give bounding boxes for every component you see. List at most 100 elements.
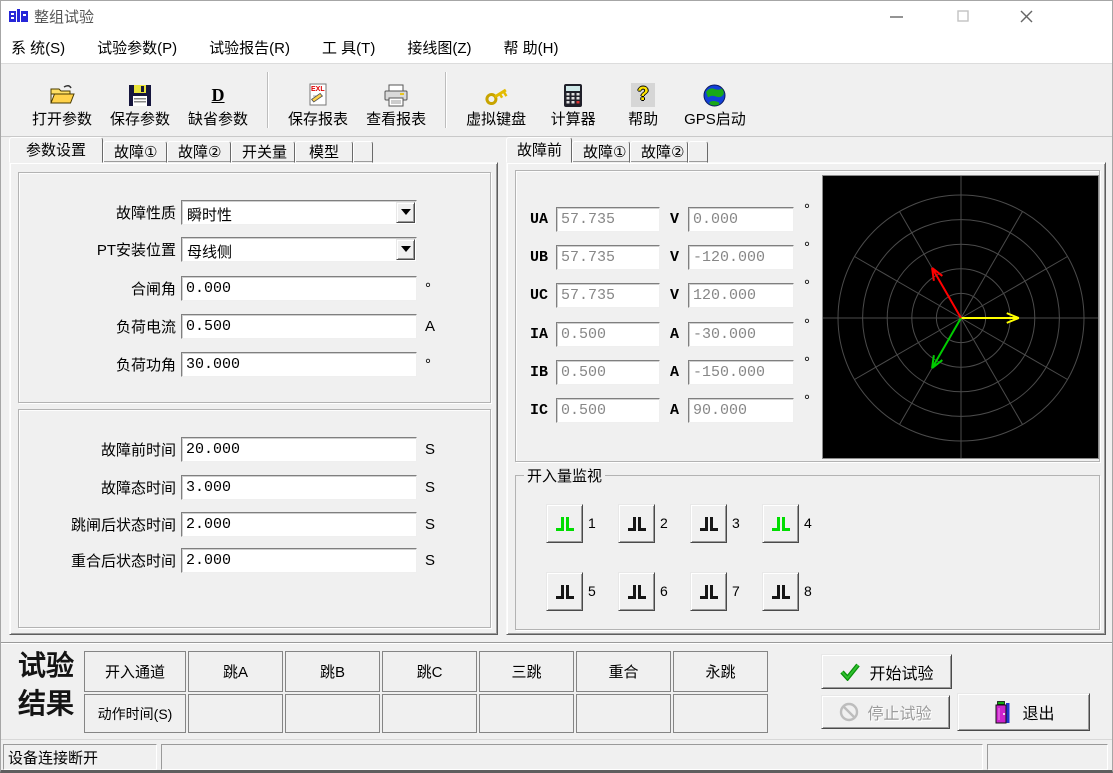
- post-reclose-time-input[interactable]: [181, 548, 417, 573]
- start-test-button[interactable]: 开始试验: [821, 654, 952, 689]
- binary-input-5-indicator[interactable]: [546, 572, 583, 611]
- binary-input-6-indicator[interactable]: [618, 572, 655, 611]
- ic-magnitude-field[interactable]: [556, 398, 660, 423]
- unit-label: V: [670, 249, 679, 266]
- ua-angle-field[interactable]: [688, 207, 794, 232]
- unit-label: A: [670, 326, 679, 343]
- result-row-label: 动作时间(S): [84, 694, 186, 733]
- channel-number: 4: [804, 515, 812, 531]
- status-bar: 设备连接断开: [1, 739, 1112, 771]
- binary-monitor-title: 开入量监视: [524, 465, 605, 486]
- channel-number: 6: [660, 583, 668, 599]
- result-col-header-input-channel: 开入通道: [84, 651, 186, 692]
- ic-angle-field[interactable]: [688, 398, 794, 423]
- fault-nature-select[interactable]: 瞬时性: [181, 200, 417, 225]
- ua-magnitude-field[interactable]: [556, 207, 660, 232]
- tab-prefault[interactable]: 故障前: [506, 137, 572, 163]
- load-current-input[interactable]: [181, 314, 417, 339]
- help-button[interactable]: ? 帮助: [611, 70, 675, 130]
- open-folder-icon: [48, 80, 76, 110]
- unit-label: °: [425, 280, 431, 297]
- fault-config-group: 故障性质 瞬时性 PT安装位置 母线侧 合闸角 ° 负荷电流: [18, 172, 491, 403]
- chevron-down-icon[interactable]: [396, 202, 415, 223]
- gps-globe-icon: [702, 80, 727, 110]
- channel-number: 3: [732, 515, 740, 531]
- ib-magnitude-field[interactable]: [556, 360, 660, 385]
- tab-stub: [353, 141, 373, 163]
- right-tab-strip: 故障前 故障① 故障②: [506, 137, 708, 163]
- binary-input-4-indicator[interactable]: [762, 504, 799, 543]
- contact-icon: [628, 585, 646, 599]
- tab-fault-1-left[interactable]: 故障①: [103, 141, 167, 163]
- contact-icon: [628, 517, 646, 531]
- contact-icon: [556, 517, 574, 531]
- tab-switch-quantity[interactable]: 开关量: [231, 141, 295, 163]
- contact-icon: [556, 585, 574, 599]
- save-params-button[interactable]: 保存参数: [101, 70, 179, 130]
- tab-fault-2-left[interactable]: 故障②: [167, 141, 231, 163]
- post-trip-time-input[interactable]: [181, 512, 417, 537]
- menu-wiring-diagram[interactable]: 接线图(Z): [407, 37, 471, 58]
- tab-param-settings[interactable]: 参数设置: [9, 137, 103, 163]
- channel-number: 7: [732, 583, 740, 599]
- unit-label: A: [670, 364, 679, 381]
- ib-angle-field[interactable]: [688, 360, 794, 385]
- phase-label: UA: [530, 211, 548, 228]
- ub-magnitude-field[interactable]: [556, 245, 660, 270]
- save-report-icon: EXL: [306, 80, 330, 110]
- virtual-keyboard-button[interactable]: 虚拟键盘: [457, 70, 535, 130]
- binary-input-2-indicator[interactable]: [618, 504, 655, 543]
- menu-test-report[interactable]: 试验报告(R): [209, 37, 290, 58]
- calculator-button[interactable]: 计算器: [535, 70, 611, 130]
- ia-angle-field[interactable]: [688, 322, 794, 347]
- binary-input-7-indicator[interactable]: [690, 572, 727, 611]
- result-value-perm-trip: [673, 694, 768, 733]
- app-icon: [9, 8, 28, 24]
- save-report-button[interactable]: EXL 保存报表: [279, 70, 357, 130]
- menu-system[interactable]: 系 统(S): [11, 37, 65, 58]
- close-icon[interactable]: [1009, 5, 1043, 27]
- minimize-icon[interactable]: [879, 5, 913, 27]
- menu-tools[interactable]: 工 具(T): [322, 37, 375, 58]
- tab-stub: [688, 141, 708, 163]
- unit-label: S: [425, 441, 435, 458]
- ia-magnitude-field[interactable]: [556, 322, 660, 347]
- pt-position-select[interactable]: 母线侧: [181, 237, 417, 262]
- load-power-angle-label: 负荷功角: [21, 354, 176, 375]
- menu-test-params[interactable]: 试验参数(P): [97, 37, 177, 58]
- prefault-time-input[interactable]: [181, 437, 417, 462]
- load-power-angle-input[interactable]: [181, 352, 417, 377]
- default-params-button[interactable]: D 缺省参数: [179, 70, 257, 130]
- unit-label: V: [670, 287, 679, 304]
- binary-input-3-indicator[interactable]: [690, 504, 727, 543]
- closing-angle-input[interactable]: [181, 276, 417, 301]
- chevron-down-icon[interactable]: [396, 239, 415, 260]
- app-window: 整组试验 系 统(S) 试验参数(P) 试验报告(R) 工 具(T) 接线图(Z…: [0, 0, 1113, 773]
- gps-start-button[interactable]: GPS启动: [675, 70, 755, 130]
- exit-door-icon: [992, 700, 1014, 725]
- binary-input-8-indicator[interactable]: [762, 572, 799, 611]
- toolbar: 打开参数 保存参数 D 缺省参数 EXL 保存报表 查看报表: [1, 63, 1112, 137]
- tab-fault-2-right[interactable]: 故障②: [630, 141, 688, 163]
- stop-test-button[interactable]: 停止试验: [821, 695, 950, 729]
- save-floppy-icon: [128, 80, 152, 110]
- phase-label: IC: [530, 402, 548, 419]
- menu-help[interactable]: 帮 助(H): [503, 37, 558, 58]
- maximize-icon[interactable]: [946, 5, 980, 27]
- uc-angle-field[interactable]: [688, 283, 794, 308]
- result-col-header-trip-b: 跳B: [285, 651, 380, 692]
- tab-model[interactable]: 模型: [295, 141, 353, 163]
- degree-label: °: [804, 316, 810, 333]
- view-report-button[interactable]: 查看报表: [357, 70, 435, 130]
- tab-fault-1-right[interactable]: 故障①: [572, 141, 630, 163]
- open-params-button[interactable]: 打开参数: [23, 70, 101, 130]
- fault-time-input[interactable]: [181, 475, 417, 500]
- binary-input-monitor-group: 开入量监视 1 2 3 4 5 6 7 8: [515, 465, 1100, 630]
- ub-angle-field[interactable]: [688, 245, 794, 270]
- print-report-icon: [383, 80, 409, 110]
- uc-magnitude-field[interactable]: [556, 283, 660, 308]
- prefault-panel: UA V ° UB V ° UC V ° IA: [506, 162, 1106, 635]
- contact-icon: [772, 585, 790, 599]
- binary-input-1-indicator[interactable]: [546, 504, 583, 543]
- exit-button[interactable]: 退出: [957, 693, 1090, 731]
